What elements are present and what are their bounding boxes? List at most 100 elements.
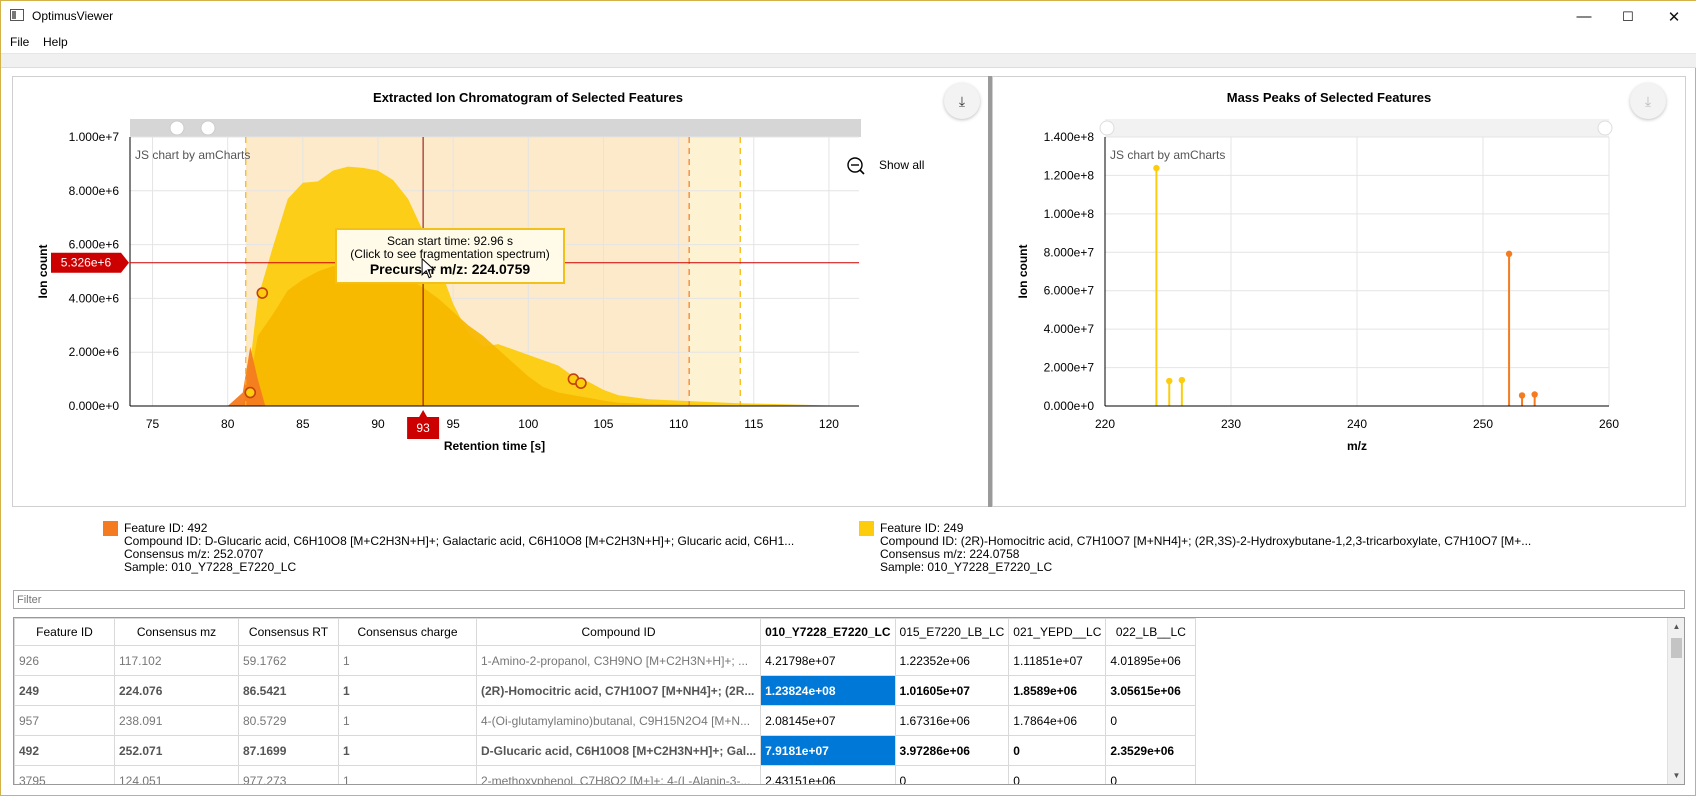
- table-row[interactable]: 249 224.076 86.5421 1 (2R)-Homocitric acid, …: [14, 675, 1197, 706]
- column-header[interactable]: Feature ID: [14, 618, 115, 646]
- table-cell[interactable]: 1: [338, 645, 477, 676]
- table-cell[interactable]: 977.273: [238, 765, 339, 784]
- table-vertical-scrollbar[interactable]: ▲ ▼: [1667, 618, 1684, 784]
- table-cell[interactable]: 249: [14, 675, 115, 706]
- scroll-up-icon[interactable]: ▲: [1668, 618, 1684, 635]
- table-cell[interactable]: 87.1699: [238, 735, 339, 766]
- table-cell[interactable]: 238.091: [114, 705, 239, 736]
- table-cell[interactable]: 7.9181e+07: [760, 735, 896, 766]
- scrollbar-grip-right: [1597, 120, 1613, 136]
- column-header[interactable]: Compound ID: [475, 618, 762, 646]
- chart-scrollbar: [1105, 119, 1609, 137]
- legend-swatch-249[interactable]: [859, 521, 874, 536]
- table-cell[interactable]: 1.11851e+07: [1008, 645, 1107, 676]
- legend-swatch-492[interactable]: [103, 521, 118, 536]
- table-cell[interactable]: 80.5729: [238, 705, 339, 736]
- table-cell[interactable]: 224.076: [114, 675, 239, 706]
- chart-credit: JS chart by amCharts: [1110, 148, 1225, 162]
- table-cell[interactable]: 86.5421: [238, 675, 339, 706]
- minimize-button[interactable]: —: [1561, 1, 1607, 32]
- table-cell[interactable]: 1-Amino-2-propanol, C3H9NO [M+C2H3N+H]+;…: [475, 645, 762, 676]
- scrollbar-grip-left: [1099, 120, 1115, 136]
- table-cell[interactable]: 0: [1008, 735, 1107, 766]
- filter-input[interactable]: [14, 591, 1684, 608]
- table-cell[interactable]: 957: [14, 705, 115, 736]
- table-cell[interactable]: (2R)-Homocitric acid, C7H10O7 [M+NH4]+; …: [475, 675, 762, 706]
- table-cell[interactable]: 1.8589e+06: [1008, 675, 1107, 706]
- y-axis-label: Ion count: [1016, 245, 1030, 299]
- table-cell[interactable]: 0: [1008, 765, 1107, 784]
- table-cell[interactable]: 1: [338, 735, 477, 766]
- scroll-down-icon[interactable]: ▼: [1668, 767, 1684, 784]
- maximize-button[interactable]: ☐: [1605, 1, 1651, 32]
- legend-feature-492: Feature ID: 492: [124, 521, 208, 535]
- table-cell[interactable]: 926: [14, 645, 115, 676]
- table-cell[interactable]: 0: [1105, 765, 1197, 784]
- y-axis-label: Ion count: [36, 245, 50, 299]
- app-window: OptimusViewer — ☐ ✕ File Help Extracted …: [0, 0, 1696, 796]
- peak-point: [1166, 377, 1173, 385]
- table-cell[interactable]: 0: [1105, 705, 1197, 736]
- table-cell[interactable]: 1.67316e+06: [894, 705, 1010, 736]
- column-header[interactable]: 022_LB__LC: [1105, 618, 1197, 646]
- table-cell[interactable]: 1: [338, 765, 477, 784]
- table-cell[interactable]: 3.97286e+06: [894, 735, 1010, 766]
- x-tick-label: 110: [669, 417, 688, 431]
- column-header[interactable]: 015_E7220_LB_LC: [894, 618, 1010, 646]
- table-cell[interactable]: 4.21798e+07: [760, 645, 896, 676]
- y-tick-label: 2.000e+6: [69, 345, 120, 359]
- show-all-button[interactable]: Show all: [879, 158, 924, 172]
- table-row[interactable]: 926 117.102 59.1762 1 1-Amino-2-propanol, C3…: [14, 645, 1197, 676]
- column-header[interactable]: 021_YEPD__LC: [1008, 618, 1107, 646]
- table-cell[interactable]: 2.43151e+06: [760, 765, 896, 784]
- chart-scrollbar: [130, 119, 861, 137]
- scrollbar-thumb[interactable]: [1671, 638, 1682, 658]
- table-cell[interactable]: 2.3529e+06: [1105, 735, 1197, 766]
- x-tick-label: 240: [1347, 417, 1367, 431]
- table-cell[interactable]: 252.071: [114, 735, 239, 766]
- y-tick-label: 1.400e+8: [1044, 130, 1095, 144]
- table-cell[interactable]: 59.1762: [238, 645, 339, 676]
- chart-credit: JS chart by amCharts: [135, 148, 250, 162]
- menu-file[interactable]: File: [10, 35, 29, 49]
- menu-bar: File Help: [1, 32, 1696, 54]
- table-cell[interactable]: 1.23824e+08: [760, 675, 896, 706]
- column-header[interactable]: Consensus mz: [114, 618, 239, 646]
- table-cell[interactable]: 124.051: [114, 765, 239, 784]
- table-cell[interactable]: D-Glucaric acid, C6H10O8 [M+C2H3N+H]+; G…: [475, 735, 762, 766]
- table-row[interactable]: 3795 124.051 977.273 1 2-methoxyphenol, C7H8…: [14, 765, 1197, 784]
- zoom-out-icon-handle: [859, 169, 865, 175]
- table-cell[interactable]: 1: [338, 675, 477, 706]
- selected-range-2: [689, 137, 741, 406]
- data-point-marker: [244, 386, 257, 399]
- table-cell[interactable]: 117.102: [114, 645, 239, 676]
- y-tick-label: 6.000e+6: [69, 238, 120, 252]
- x-tick-label: 220: [1095, 417, 1115, 431]
- y-tick-label: 1.000e+7: [69, 130, 120, 144]
- table-row[interactable]: 957 238.091 80.5729 1 4-(Oi-glutamylamino)bu…: [14, 705, 1197, 736]
- column-header[interactable]: Consensus charge: [338, 618, 477, 646]
- table-row[interactable]: 492 252.071 87.1699 1 D-Glucaric acid, C6H10…: [14, 735, 1197, 766]
- x-tick-label: 250: [1473, 417, 1493, 431]
- column-header[interactable]: Consensus RT: [238, 618, 339, 646]
- filter-box: [13, 590, 1685, 609]
- table-cell[interactable]: 1: [338, 705, 477, 736]
- table-cell[interactable]: 1.22352e+06: [894, 645, 1010, 676]
- table-cell[interactable]: 4.01895e+06: [1105, 645, 1197, 676]
- table-cell[interactable]: 0: [894, 765, 1010, 784]
- chromatogram-chart[interactable]: 75 80 85 90 95 100 105 110 115 120 0.000e+0 2.000e+…: [13, 77, 988, 506]
- table-cell[interactable]: 1.7864e+06: [1008, 705, 1107, 736]
- table-cell[interactable]: 2.08145e+07: [760, 705, 896, 736]
- table-cell[interactable]: 4-(Oi-glutamylamino)butanal, C9H15N2O4 […: [475, 705, 762, 736]
- table-cell[interactable]: 3.05615e+06: [1105, 675, 1197, 706]
- mass-peaks-chart[interactable]: 220 230 240 250 260 0.000e+0 2.000e+7 4.000e+7 6…: [993, 77, 1685, 506]
- table-cell[interactable]: 2-methoxyphenol, C7H8O2 [M+]+; 4-(L-Alan…: [475, 765, 762, 784]
- x-tick-label: 230: [1221, 417, 1241, 431]
- menu-help[interactable]: Help: [43, 35, 68, 49]
- table-cell[interactable]: 492: [14, 735, 115, 766]
- table-cell[interactable]: 1.01605e+07: [894, 675, 1010, 706]
- x-tick-label: 105: [593, 417, 613, 431]
- table-cell[interactable]: 3795: [14, 765, 115, 784]
- close-button[interactable]: ✕: [1651, 1, 1696, 32]
- column-header[interactable]: 010_Y7228_E7220_LC: [760, 618, 896, 646]
